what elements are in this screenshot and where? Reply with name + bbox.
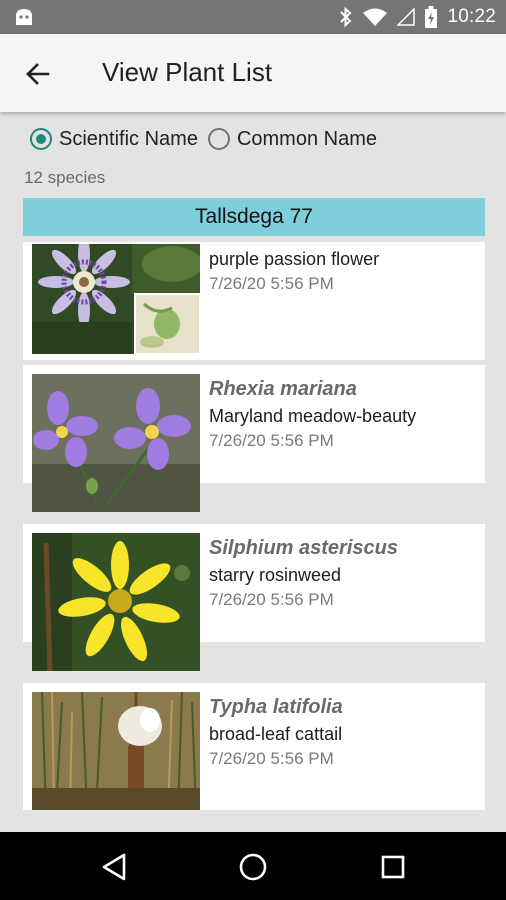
plant-list[interactable]: purple passion flower 7/26/20 5:56 PM Rh… [23, 242, 485, 810]
list-item[interactable]: Typha latifolia broad-leaf cattail 7/26/… [23, 683, 485, 810]
common-name: Maryland meadow-beauty [209, 406, 417, 426]
scientific-name: Silphium asteriscus [209, 537, 398, 559]
bluetooth-icon [340, 7, 352, 27]
common-name: broad-leaf cattail [209, 724, 343, 744]
app-bar: View Plant List [0, 34, 506, 112]
back-button[interactable] [18, 56, 58, 92]
list-item[interactable]: Rhexia mariana Maryland meadow-beauty 7/… [23, 365, 485, 512]
date-text: 7/26/20 5:56 PM [209, 590, 334, 609]
date-text: 7/26/20 5:56 PM [209, 431, 334, 450]
passion-flower-photo [32, 244, 200, 354]
scientific-name-radio[interactable]: Scientific Name [30, 128, 198, 151]
common-name-radio[interactable]: Common Name [207, 127, 377, 151]
recents-square-icon [381, 855, 405, 879]
navigation-bar [0, 832, 506, 900]
name-mode-radio-group: Scientific Name Common Name [30, 122, 387, 156]
radio-checked-icon [30, 128, 52, 150]
group-title: Tallsdega 77 [195, 205, 313, 228]
scientific-name: Typha latifolia [209, 696, 343, 718]
nav-recents-button[interactable] [376, 850, 410, 884]
wifi-icon [363, 8, 388, 26]
species-count: 12 species [24, 168, 106, 187]
home-circle-icon [239, 853, 267, 881]
scientific-name: Rhexia mariana [209, 378, 357, 400]
nav-home-button[interactable] [236, 850, 270, 884]
radio-label: Common Name [236, 127, 377, 150]
back-triangle-icon [102, 853, 126, 881]
rosinweed-photo [32, 533, 200, 671]
android-icon [16, 9, 32, 25]
group-header[interactable]: Tallsdega 77 [23, 198, 485, 236]
nav-back-button[interactable] [98, 850, 132, 884]
radio-label: Scientific Name [59, 127, 198, 150]
status-time: 10:22 [447, 6, 496, 27]
cattail-photo [32, 692, 200, 810]
list-item[interactable]: Silphium asteriscus starry rosinweed 7/2… [23, 524, 485, 671]
battery-charging-icon [425, 6, 438, 28]
date-text: 7/26/20 5:56 PM [209, 274, 334, 293]
radio-unchecked-icon [207, 128, 230, 150]
common-name: starry rosinweed [209, 565, 342, 585]
arrow-back-icon [26, 63, 50, 85]
list-item[interactable]: purple passion flower 7/26/20 5:56 PM [23, 242, 485, 360]
meadow-beauty-photo [32, 374, 200, 512]
page-title: View Plant List [102, 57, 273, 87]
status-bar: 10:22 [0, 0, 506, 34]
signal-icon [397, 8, 416, 26]
date-text: 7/26/20 5:56 PM [209, 749, 334, 768]
common-name: purple passion flower [209, 249, 380, 269]
